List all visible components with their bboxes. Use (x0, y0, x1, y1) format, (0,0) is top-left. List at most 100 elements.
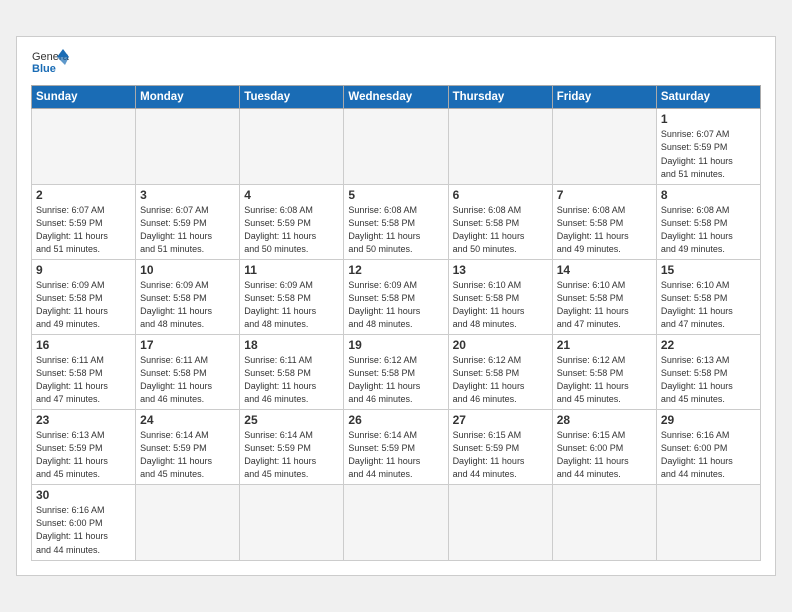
day-number: 20 (453, 338, 548, 352)
day-cell (448, 109, 552, 184)
svg-text:Blue: Blue (32, 63, 56, 75)
day-number: 18 (244, 338, 339, 352)
day-cell: 17 Sunrise: 6:11 AM Sunset: 5:58 PM Dayli… (136, 335, 240, 410)
day-cell (32, 109, 136, 184)
day-info: Sunrise: 6:16 AM Sunset: 6:00 PM Dayligh… (36, 504, 131, 556)
day-number: 7 (557, 188, 652, 202)
day-info: Sunrise: 6:16 AM Sunset: 6:00 PM Dayligh… (661, 429, 756, 481)
day-info: Sunrise: 6:14 AM Sunset: 5:59 PM Dayligh… (140, 429, 235, 481)
day-number: 11 (244, 263, 339, 277)
day-info: Sunrise: 6:15 AM Sunset: 6:00 PM Dayligh… (557, 429, 652, 481)
day-info: Sunrise: 6:11 AM Sunset: 5:58 PM Dayligh… (244, 354, 339, 406)
calendar-container: General Blue SundayMondayTuesdayWednesda… (16, 36, 776, 575)
day-info: Sunrise: 6:10 AM Sunset: 5:58 PM Dayligh… (557, 279, 652, 331)
day-number: 23 (36, 413, 131, 427)
day-cell: 18 Sunrise: 6:11 AM Sunset: 5:58 PM Dayli… (240, 335, 344, 410)
week-row-2: 9 Sunrise: 6:09 AM Sunset: 5:58 PM Daylig… (32, 259, 761, 334)
day-number: 25 (244, 413, 339, 427)
day-cell: 5 Sunrise: 6:08 AM Sunset: 5:58 PM Daylig… (344, 184, 448, 259)
day-info: Sunrise: 6:12 AM Sunset: 5:58 PM Dayligh… (557, 354, 652, 406)
day-cell: 4Sunrise: 6:08 AM Sunset: 5:59 PM Daylig… (240, 184, 344, 259)
day-number: 3 (140, 188, 235, 202)
day-number: 2 (36, 188, 131, 202)
day-info: Sunrise: 6:14 AM Sunset: 5:59 PM Dayligh… (244, 429, 339, 481)
day-cell: 15Sunrise: 6:10 AM Sunset: 5:58 PM Dayli… (656, 259, 760, 334)
day-cell: 12 Sunrise: 6:09 AM Sunset: 5:58 PM Dayli… (344, 259, 448, 334)
day-number: 12 (348, 263, 443, 277)
day-number: 8 (661, 188, 756, 202)
day-number: 21 (557, 338, 652, 352)
day-cell: 16 Sunrise: 6:11 AM Sunset: 5:58 PM Dayli… (32, 335, 136, 410)
day-number: 5 (348, 188, 443, 202)
day-info: Sunrise: 6:08 AM Sunset: 5:58 PM Dayligh… (348, 204, 443, 256)
day-info: Sunrise: 6:15 AM Sunset: 5:59 PM Dayligh… (453, 429, 548, 481)
day-cell: 13 Sunrise: 6:10 AM Sunset: 5:58 PM Dayli… (448, 259, 552, 334)
day-number: 1 (661, 112, 756, 126)
day-info: Sunrise: 6:09 AM Sunset: 5:58 PM Dayligh… (140, 279, 235, 331)
day-info: Sunrise: 6:13 AM Sunset: 5:59 PM Dayligh… (36, 429, 131, 481)
day-number: 6 (453, 188, 548, 202)
day-info: Sunrise: 6:08 AM Sunset: 5:58 PM Dayligh… (661, 204, 756, 256)
day-info: Sunrise: 6:07 AM Sunset: 5:59 PM Dayligh… (140, 204, 235, 256)
day-cell: 9Sunrise: 6:09 AM Sunset: 5:58 PM Daylig… (32, 259, 136, 334)
weekday-header-row: SundayMondayTuesdayWednesdayThursdayFrid… (32, 86, 761, 109)
weekday-header-sunday: Sunday (32, 86, 136, 109)
day-info: Sunrise: 6:08 AM Sunset: 5:58 PM Dayligh… (453, 204, 548, 256)
day-number: 10 (140, 263, 235, 277)
day-info: Sunrise: 6:07 AM Sunset: 5:59 PM Dayligh… (661, 128, 756, 180)
day-number: 9 (36, 263, 131, 277)
day-info: Sunrise: 6:14 AM Sunset: 5:59 PM Dayligh… (348, 429, 443, 481)
day-cell (656, 485, 760, 560)
weekday-header-thursday: Thursday (448, 86, 552, 109)
day-number: 14 (557, 263, 652, 277)
day-cell: 21 Sunrise: 6:12 AM Sunset: 5:58 PM Dayli… (552, 335, 656, 410)
day-cell (240, 109, 344, 184)
day-cell (136, 109, 240, 184)
weekday-header-friday: Friday (552, 86, 656, 109)
day-number: 26 (348, 413, 443, 427)
week-row-0: 1 Sunrise: 6:07 AM Sunset: 5:59 PM Daylig… (32, 109, 761, 184)
day-number: 16 (36, 338, 131, 352)
day-cell: 11 Sunrise: 6:09 AM Sunset: 5:58 PM Dayli… (240, 259, 344, 334)
day-cell (552, 485, 656, 560)
day-cell: 19Sunrise: 6:12 AM Sunset: 5:58 PM Dayli… (344, 335, 448, 410)
day-info: Sunrise: 6:08 AM Sunset: 5:59 PM Dayligh… (244, 204, 339, 256)
day-info: Sunrise: 6:09 AM Sunset: 5:58 PM Dayligh… (244, 279, 339, 331)
day-info: Sunrise: 6:09 AM Sunset: 5:58 PM Dayligh… (348, 279, 443, 331)
day-cell: 23 Sunrise: 6:13 AM Sunset: 5:59 PM Dayli… (32, 410, 136, 485)
day-number: 22 (661, 338, 756, 352)
day-number: 13 (453, 263, 548, 277)
day-cell: 30Sunrise: 6:16 AM Sunset: 6:00 PM Dayli… (32, 485, 136, 560)
day-cell: 25 Sunrise: 6:14 AM Sunset: 5:59 PM Dayli… (240, 410, 344, 485)
day-cell (136, 485, 240, 560)
weekday-header-wednesday: Wednesday (344, 86, 448, 109)
day-cell: 2 Sunrise: 6:07 AM Sunset: 5:59 PM Daylig… (32, 184, 136, 259)
day-info: Sunrise: 6:11 AM Sunset: 5:58 PM Dayligh… (140, 354, 235, 406)
week-row-4: 23 Sunrise: 6:13 AM Sunset: 5:59 PM Dayli… (32, 410, 761, 485)
day-cell: 29 Sunrise: 6:16 AM Sunset: 6:00 PM Dayli… (656, 410, 760, 485)
day-cell: 27Sunrise: 6:15 AM Sunset: 5:59 PM Dayli… (448, 410, 552, 485)
day-info: Sunrise: 6:13 AM Sunset: 5:58 PM Dayligh… (661, 354, 756, 406)
day-number: 28 (557, 413, 652, 427)
day-cell: 14 Sunrise: 6:10 AM Sunset: 5:58 PM Dayli… (552, 259, 656, 334)
day-cell (552, 109, 656, 184)
day-cell: 28 Sunrise: 6:15 AM Sunset: 6:00 PM Dayli… (552, 410, 656, 485)
day-cell: 6 Sunrise: 6:08 AM Sunset: 5:58 PM Daylig… (448, 184, 552, 259)
weekday-header-saturday: Saturday (656, 86, 760, 109)
day-number: 17 (140, 338, 235, 352)
day-cell (240, 485, 344, 560)
day-info: Sunrise: 6:10 AM Sunset: 5:58 PM Dayligh… (453, 279, 548, 331)
week-row-5: 30Sunrise: 6:16 AM Sunset: 6:00 PM Dayli… (32, 485, 761, 560)
day-cell: 26 Sunrise: 6:14 AM Sunset: 5:59 PM Dayli… (344, 410, 448, 485)
day-info: Sunrise: 6:12 AM Sunset: 5:58 PM Dayligh… (348, 354, 443, 406)
day-info: Sunrise: 6:07 AM Sunset: 5:59 PM Dayligh… (36, 204, 131, 256)
day-number: 24 (140, 413, 235, 427)
day-cell: 7 Sunrise: 6:08 AM Sunset: 5:58 PM Daylig… (552, 184, 656, 259)
day-info: Sunrise: 6:10 AM Sunset: 5:58 PM Dayligh… (661, 279, 756, 331)
day-info: Sunrise: 6:11 AM Sunset: 5:58 PM Dayligh… (36, 354, 131, 406)
day-cell: 24 Sunrise: 6:14 AM Sunset: 5:59 PM Dayli… (136, 410, 240, 485)
day-info: Sunrise: 6:12 AM Sunset: 5:58 PM Dayligh… (453, 354, 548, 406)
day-number: 29 (661, 413, 756, 427)
day-info: Sunrise: 6:08 AM Sunset: 5:58 PM Dayligh… (557, 204, 652, 256)
logo-icon: General Blue (31, 47, 69, 79)
